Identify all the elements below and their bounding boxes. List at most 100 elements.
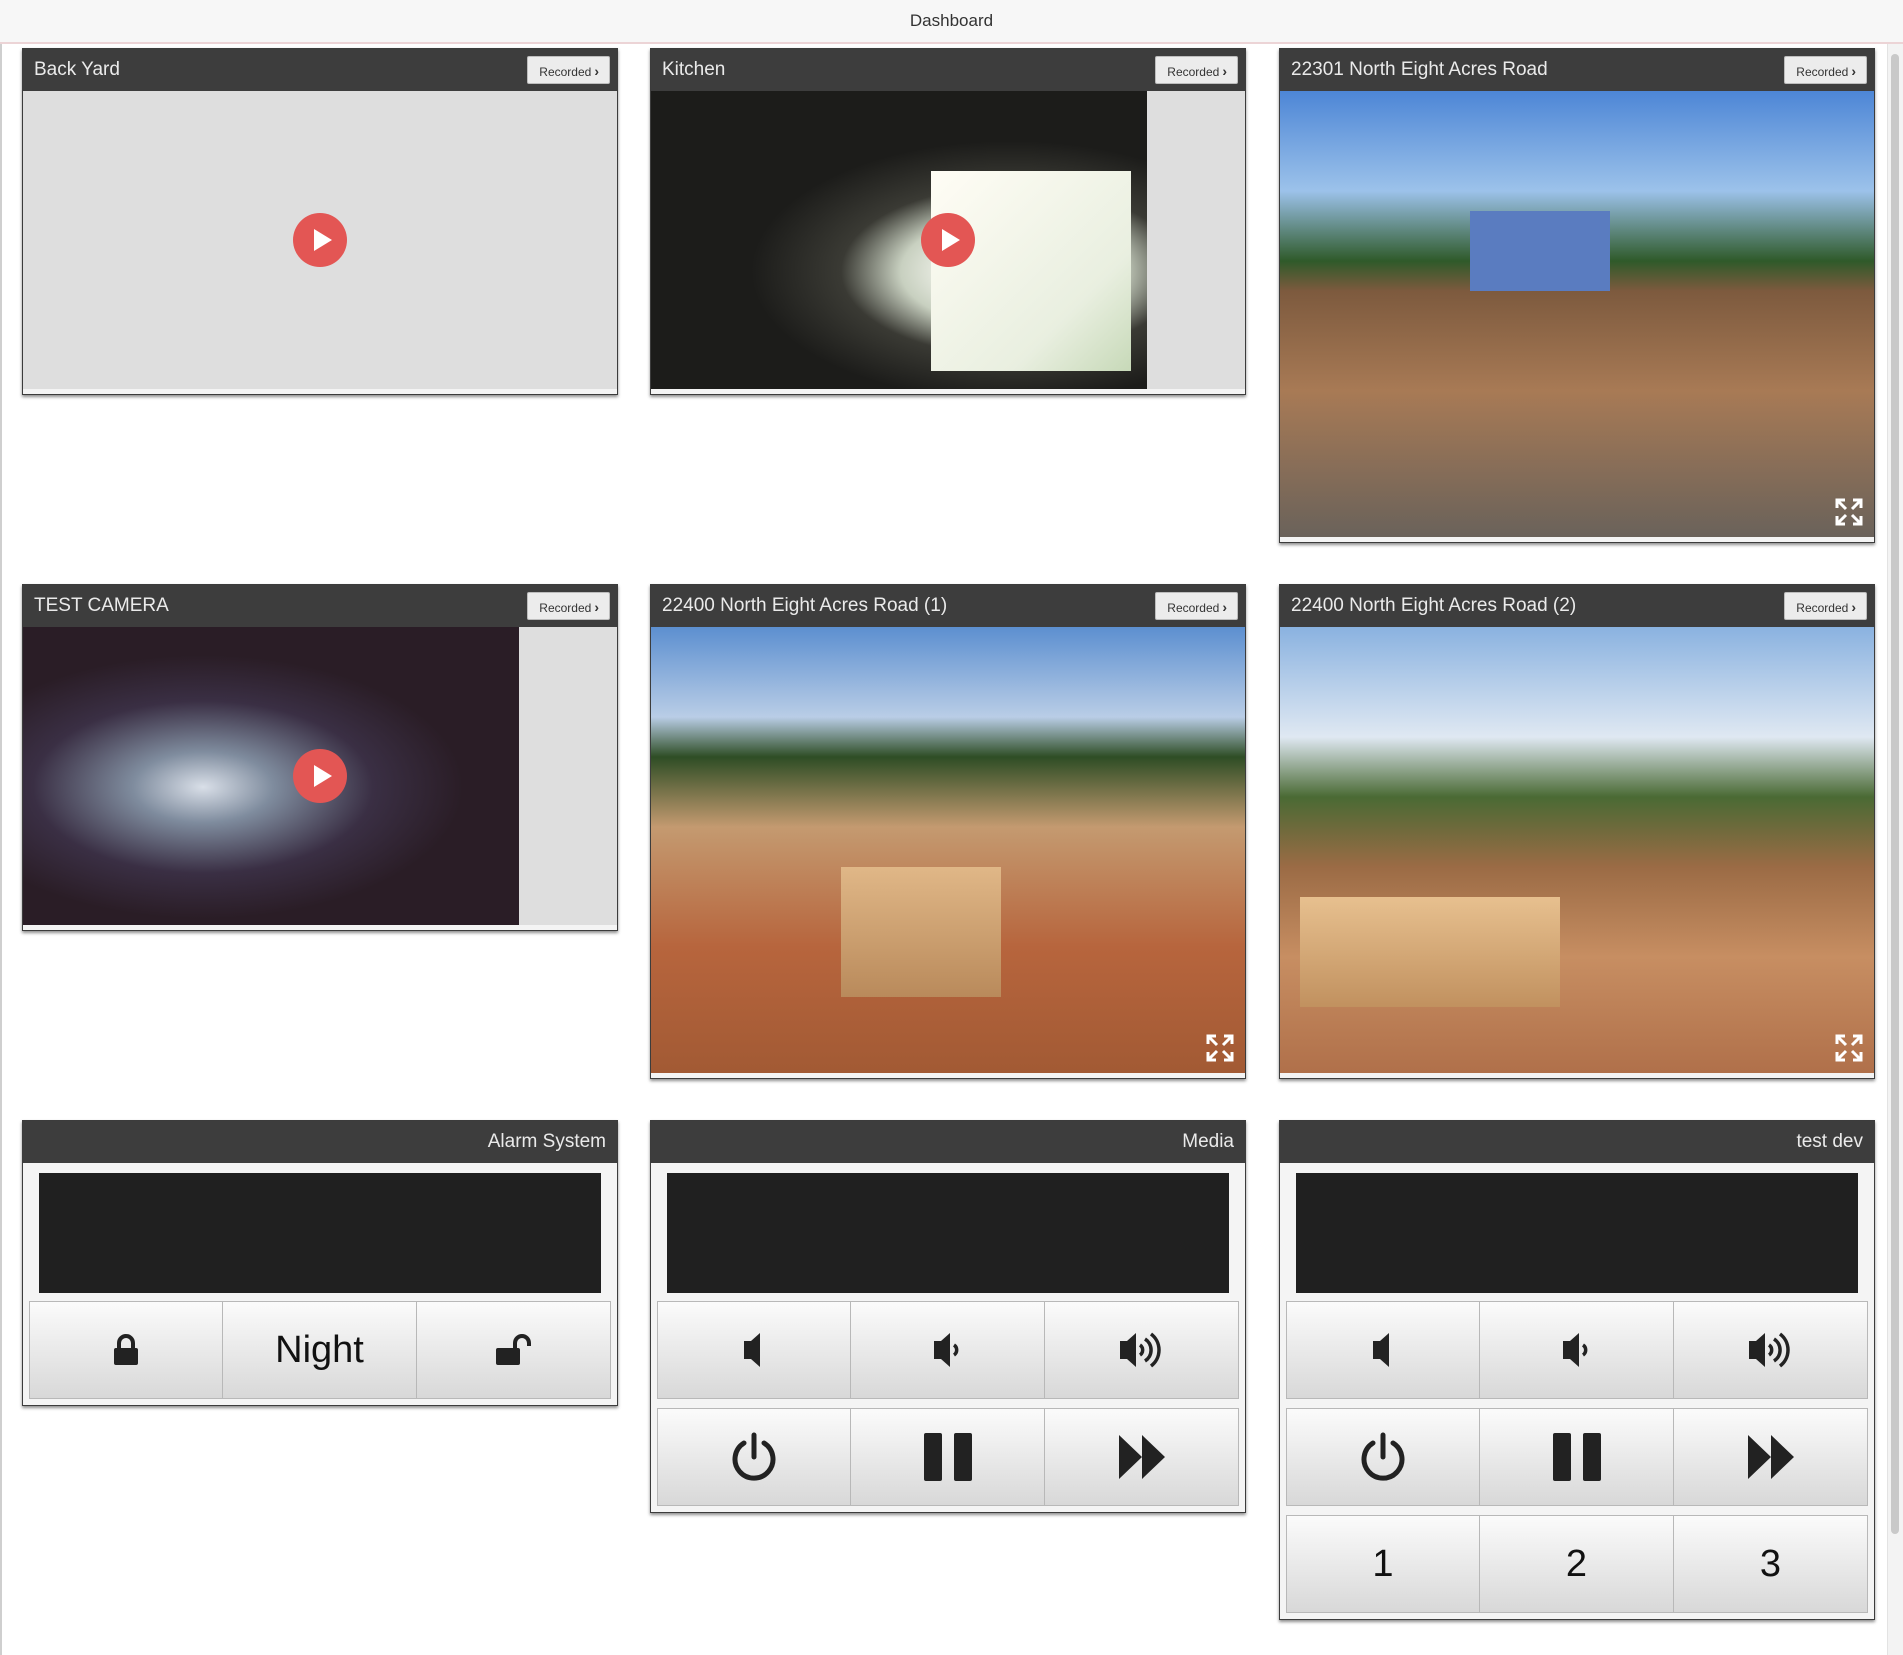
recorded-button[interactable]: Recorded › <box>527 592 610 620</box>
panel-header: Media <box>651 1121 1245 1163</box>
camera-feed[interactable] <box>651 91 1245 389</box>
recorded-button[interactable]: Recorded › <box>1155 592 1238 620</box>
camera-header: TEST CAMERA Recorded › <box>23 585 617 627</box>
camera-snapshot <box>23 627 519 925</box>
play-icon[interactable] <box>293 749 347 803</box>
fast-forward-button[interactable] <box>1045 1408 1239 1506</box>
expand-icon[interactable] <box>1834 1033 1864 1063</box>
panel-title: Media <box>1182 1131 1234 1152</box>
play-icon[interactable] <box>921 213 975 267</box>
camera-panel-22400-north-eight-acres-road-1: 22400 North Eight Acres Road (1) Recorde… <box>650 584 1246 1079</box>
power-button[interactable] <box>657 1408 851 1506</box>
volume-down-icon <box>1562 1333 1587 1367</box>
number-label: 3 <box>1759 1542 1782 1585</box>
recorded-button[interactable]: Recorded › <box>1784 56 1867 84</box>
camera-feed[interactable] <box>1280 627 1874 1073</box>
media-transport-row <box>657 1408 1239 1506</box>
alarm-display <box>39 1173 601 1293</box>
play-icon[interactable] <box>293 213 347 267</box>
fast-forward-icon <box>1747 1435 1794 1479</box>
chevron-right-icon: › <box>1222 63 1227 79</box>
recorded-label: Recorded <box>539 65 592 79</box>
recorded-label: Recorded <box>539 601 592 615</box>
recorded-label: Recorded <box>1796 65 1849 79</box>
volume-up-button[interactable] <box>1674 1301 1868 1399</box>
snapshot-lumber <box>1300 897 1560 1007</box>
camera-feed[interactable] <box>23 91 617 389</box>
power-button[interactable] <box>1286 1408 1480 1506</box>
camera-header: 22400 North Eight Acres Road (2) Recorde… <box>1280 585 1874 627</box>
camera-feed[interactable] <box>1280 91 1874 537</box>
panel-header: test dev <box>1280 1121 1874 1163</box>
chevron-right-icon: › <box>1222 599 1227 615</box>
lock-icon <box>114 1334 138 1365</box>
volume-up-button[interactable] <box>1045 1301 1239 1399</box>
number-label: 2 <box>1565 1542 1588 1585</box>
camera-header: 22301 North Eight Acres Road Recorded › <box>1280 49 1874 91</box>
camera-name: 22301 North Eight Acres Road <box>1291 59 1548 80</box>
test-dev-panel: test dev 1 2 3 <box>1279 1120 1875 1620</box>
volume-down-button[interactable] <box>1480 1301 1674 1399</box>
volume-up-icon <box>1748 1332 1790 1368</box>
snapshot-lumber <box>841 867 1001 997</box>
disarm-unlock-button[interactable] <box>417 1301 611 1399</box>
camera-snapshot <box>651 91 1147 389</box>
camera-name: 22400 North Eight Acres Road (2) <box>1291 595 1577 616</box>
power-icon <box>1361 1432 1405 1481</box>
scrollbar[interactable] <box>1887 44 1903 1655</box>
camera-panel-22301-north-eight-acres-road: 22301 North Eight Acres Road Recorded › <box>1279 48 1875 543</box>
test-dev-transport-row <box>1286 1408 1868 1506</box>
volume-mute-icon <box>1373 1333 1389 1367</box>
panel-title: Alarm System <box>487 1131 606 1152</box>
arm-lock-button[interactable] <box>29 1301 223 1399</box>
recorded-button[interactable]: Recorded › <box>1155 56 1238 84</box>
number-button-2[interactable]: 2 <box>1480 1515 1674 1613</box>
camera-name: 22400 North Eight Acres Road (1) <box>662 595 948 616</box>
chevron-right-icon: › <box>1851 63 1856 79</box>
recorded-button[interactable]: Recorded › <box>527 56 610 84</box>
volume-mute-button[interactable] <box>657 1301 851 1399</box>
expand-icon[interactable] <box>1205 1033 1235 1063</box>
recorded-label: Recorded <box>1167 65 1220 79</box>
number-button-1[interactable]: 1 <box>1286 1515 1480 1613</box>
camera-feed[interactable] <box>651 627 1245 1073</box>
volume-down-button[interactable] <box>851 1301 1045 1399</box>
camera-panel-22400-north-eight-acres-road-2: 22400 North Eight Acres Road (2) Recorde… <box>1279 584 1875 1079</box>
volume-up-icon <box>1119 1332 1161 1368</box>
camera-name: Back Yard <box>34 59 120 80</box>
window-title: Dashboard <box>0 0 1903 44</box>
chevron-right-icon: › <box>594 599 599 615</box>
alarm-panel: Alarm System Night <box>22 1120 618 1406</box>
panel-title: test dev <box>1796 1131 1863 1152</box>
snapshot-house <box>1470 211 1610 291</box>
scrollbar-thumb[interactable] <box>1891 54 1899 1534</box>
camera-panel-test-camera: TEST CAMERA Recorded › <box>22 584 618 931</box>
night-mode-button[interactable]: Night <box>223 1301 417 1399</box>
pause-button[interactable] <box>1480 1408 1674 1506</box>
camera-panel-kitchen: Kitchen Recorded › <box>650 48 1246 395</box>
expand-icon[interactable] <box>1834 497 1864 527</box>
recorded-button[interactable]: Recorded › <box>1784 592 1867 620</box>
volume-mute-button[interactable] <box>1286 1301 1480 1399</box>
test-dev-volume-row <box>1286 1301 1868 1399</box>
power-icon <box>732 1432 776 1481</box>
unlock-icon <box>495 1334 531 1365</box>
left-edge <box>0 44 2 1655</box>
camera-name: Kitchen <box>662 59 726 80</box>
camera-header: Kitchen Recorded › <box>651 49 1245 91</box>
chevron-right-icon: › <box>1851 599 1856 615</box>
test-dev-display <box>1296 1173 1858 1293</box>
pause-icon <box>923 1433 972 1481</box>
number-button-3[interactable]: 3 <box>1674 1515 1868 1613</box>
camera-feed[interactable] <box>23 627 617 925</box>
fast-forward-button[interactable] <box>1674 1408 1868 1506</box>
volume-mute-icon <box>744 1333 760 1367</box>
volume-down-icon <box>933 1333 958 1367</box>
chevron-right-icon: › <box>594 63 599 79</box>
snapshot-window <box>931 171 1131 371</box>
pause-button[interactable] <box>851 1408 1045 1506</box>
recorded-label: Recorded <box>1796 601 1849 615</box>
media-display <box>667 1173 1229 1293</box>
camera-header: 22400 North Eight Acres Road (1) Recorde… <box>651 585 1245 627</box>
camera-name: TEST CAMERA <box>34 595 169 616</box>
